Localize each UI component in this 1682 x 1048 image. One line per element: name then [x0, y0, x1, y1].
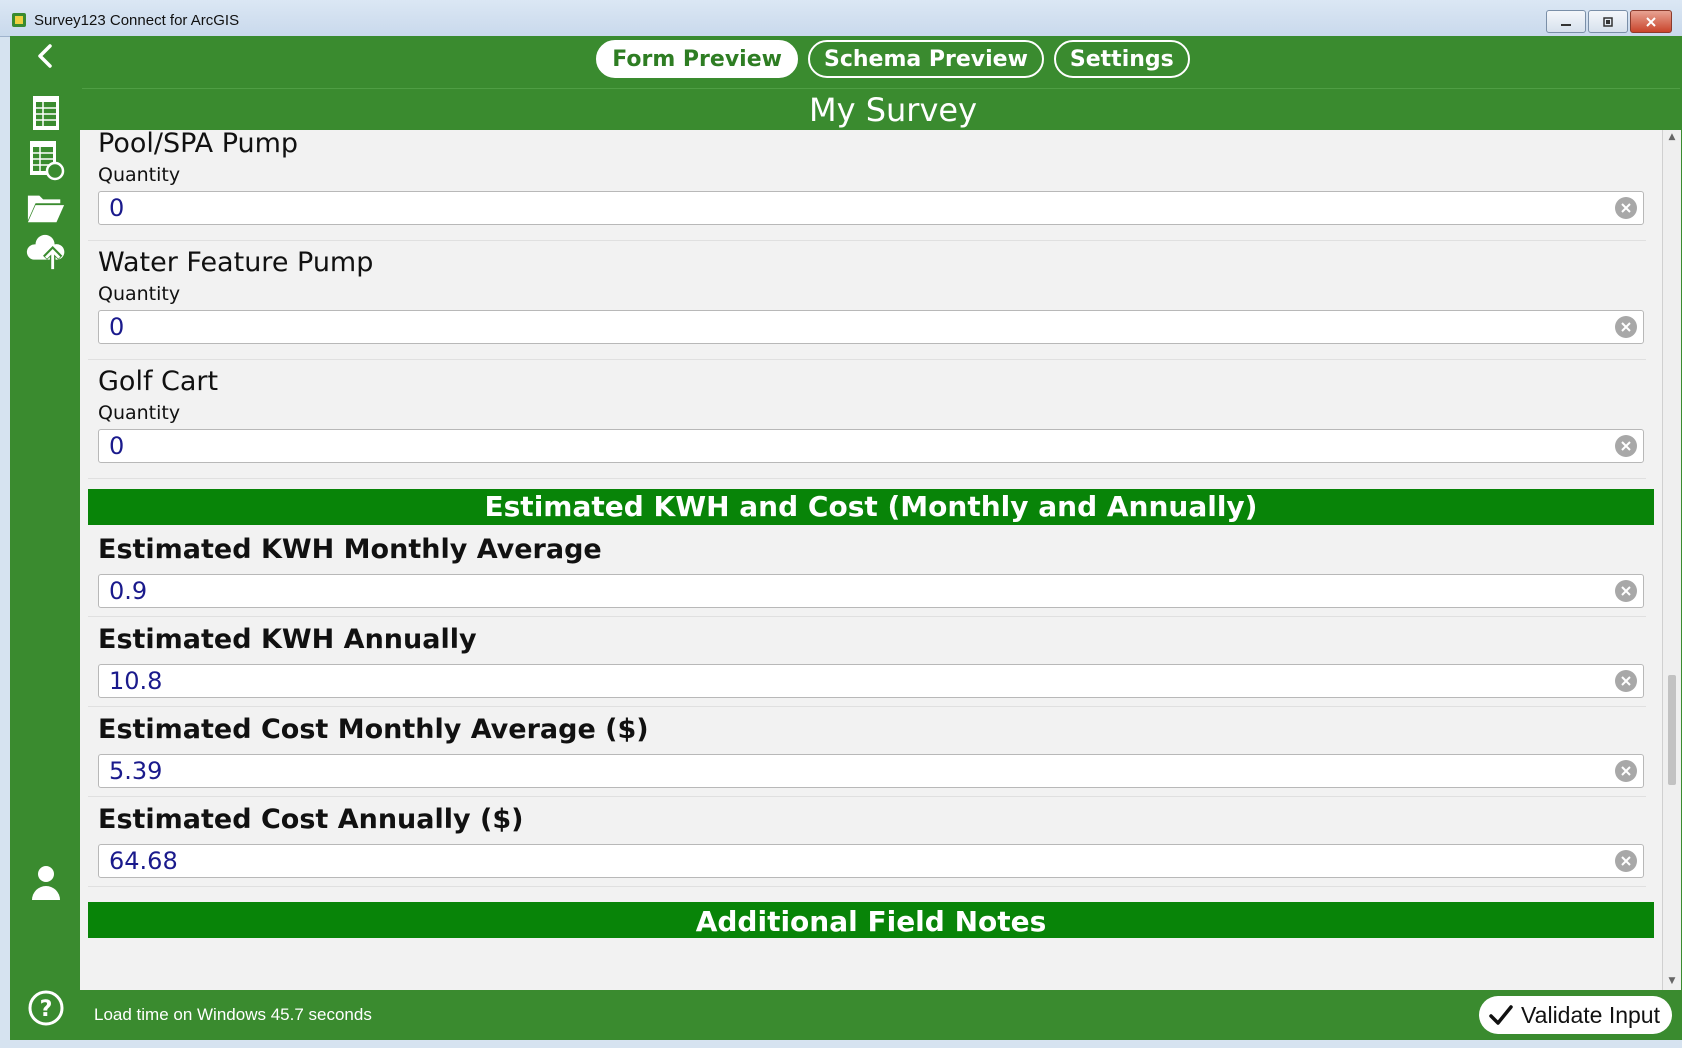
question-title: Golf Cart — [98, 366, 219, 397]
publish-button[interactable] — [26, 232, 66, 272]
update-survey-button[interactable] — [26, 140, 66, 181]
tab-settings[interactable]: Settings — [1053, 40, 1190, 78]
window-titlebar: Survey123 Connect for ArcGIS — [0, 0, 1682, 37]
tab-bar: Form Preview Schema Preview Settings — [80, 40, 1682, 78]
question-kwh-monthly: Estimated KWH Monthly Average 0.9 — [88, 528, 1646, 617]
scroll-down-icon[interactable]: ▼ — [1667, 976, 1677, 986]
question-cost-annually: Estimated Cost Annually ($) 64.68 — [88, 798, 1646, 887]
vertical-scrollbar[interactable]: ▲ ▼ — [1662, 130, 1681, 990]
question-title: Estimated Cost Annually ($) — [98, 804, 524, 835]
question-pool-spa-pump: Pool/SPA Pump Quantity 0 — [88, 130, 1646, 241]
minimize-icon — [1561, 23, 1571, 26]
checkmark-icon — [1489, 1005, 1513, 1025]
field-value: 64.68 — [109, 847, 178, 875]
sidebar: ? — [10, 36, 80, 1040]
help-icon: ? — [28, 990, 64, 1026]
group-header-additional-notes: Additional Field Notes — [88, 902, 1654, 938]
question-label: Quantity — [98, 283, 181, 305]
header: Form Preview Schema Preview Settings — [80, 36, 1682, 88]
svg-text:?: ? — [40, 997, 53, 1022]
calculated-field[interactable]: 5.39 — [98, 754, 1644, 788]
minimize-button[interactable] — [1546, 10, 1586, 33]
quantity-input[interactable]: 0 — [98, 310, 1644, 344]
validate-input-label: Validate Input — [1521, 1001, 1660, 1028]
group-header-estimated: Estimated KWH and Cost (Monthly and Annu… — [88, 489, 1654, 525]
help-button[interactable]: ? — [26, 988, 66, 1028]
question-label: Quantity — [98, 164, 181, 186]
status-text: Load time on Windows 45.7 seconds — [94, 1005, 372, 1024]
field-value: 5.39 — [109, 757, 163, 785]
clear-icon — [1621, 766, 1631, 776]
question-golf-cart: Golf Cart Quantity 0 — [88, 361, 1646, 479]
clear-button[interactable] — [1615, 197, 1637, 219]
clear-icon — [1621, 322, 1631, 332]
restore-button[interactable] — [1588, 10, 1628, 33]
question-title: Pool/SPA Pump — [98, 130, 299, 159]
tab-schema-preview[interactable]: Schema Preview — [807, 40, 1044, 78]
footer: Load time on Windows 45.7 seconds Valida… — [80, 990, 1682, 1040]
calculated-field[interactable]: 0.9 — [98, 574, 1644, 608]
clear-button[interactable] — [1615, 670, 1637, 692]
clear-button[interactable] — [1615, 580, 1637, 602]
question-cost-monthly: Estimated Cost Monthly Average ($) 5.39 — [88, 708, 1646, 797]
clear-button[interactable] — [1615, 760, 1637, 782]
quantity-input[interactable]: 0 — [98, 191, 1644, 225]
question-title: Water Feature Pump — [98, 247, 374, 278]
field-value: 0 — [109, 432, 125, 460]
field-value: 10.8 — [109, 667, 163, 695]
clear-icon — [1621, 676, 1631, 686]
calculated-field[interactable]: 64.68 — [98, 844, 1644, 878]
folder-open-icon — [27, 195, 65, 223]
question-label: Quantity — [98, 402, 181, 424]
open-folder-button[interactable] — [26, 188, 66, 228]
survey-title: My Survey — [808, 91, 978, 129]
clear-icon — [1621, 441, 1631, 451]
survey-title-bar: My Survey — [82, 88, 1680, 131]
user-icon — [32, 866, 60, 900]
close-icon — [1646, 16, 1656, 27]
field-value: 0.9 — [109, 577, 148, 605]
clear-button[interactable] — [1615, 435, 1637, 457]
new-survey-button[interactable] — [26, 94, 66, 134]
form-content: Pool/SPA Pump Quantity 0 Water Feature P… — [80, 130, 1662, 990]
app-window: ? Form Preview Schema Preview Settings M… — [10, 36, 1682, 1040]
scroll-thumb[interactable] — [1668, 675, 1676, 785]
field-value: 0 — [109, 313, 125, 341]
clear-button[interactable] — [1615, 850, 1637, 872]
close-button[interactable] — [1630, 10, 1672, 33]
question-title: Estimated KWH Annually — [98, 624, 477, 655]
calculated-field[interactable]: 10.8 — [98, 664, 1644, 698]
window-title: Survey123 Connect for ArcGIS — [34, 12, 240, 29]
validate-input-button[interactable]: Validate Input — [1479, 996, 1672, 1034]
scroll-up-icon[interactable]: ▲ — [1667, 132, 1677, 142]
clear-icon — [1621, 203, 1631, 213]
question-title: Estimated Cost Monthly Average ($) — [98, 714, 649, 745]
user-button[interactable] — [26, 862, 66, 902]
restore-icon — [1603, 16, 1613, 27]
tab-form-preview[interactable]: Form Preview — [596, 40, 798, 78]
spreadsheet-refresh-icon — [30, 141, 65, 181]
cloud-upload-icon — [26, 234, 65, 270]
question-title: Estimated KWH Monthly Average — [98, 534, 602, 565]
question-kwh-annually: Estimated KWH Annually 10.8 — [88, 618, 1646, 707]
spreadsheet-icon — [33, 96, 59, 130]
field-value: 0 — [109, 194, 125, 222]
back-arrow-icon — [38, 44, 52, 68]
clear-icon — [1621, 586, 1631, 596]
back-button[interactable] — [26, 36, 66, 76]
clear-button[interactable] — [1615, 316, 1637, 338]
app-icon — [12, 13, 26, 27]
quantity-input[interactable]: 0 — [98, 429, 1644, 463]
question-water-feature-pump: Water Feature Pump Quantity 0 — [88, 242, 1646, 360]
clear-icon — [1621, 856, 1631, 866]
